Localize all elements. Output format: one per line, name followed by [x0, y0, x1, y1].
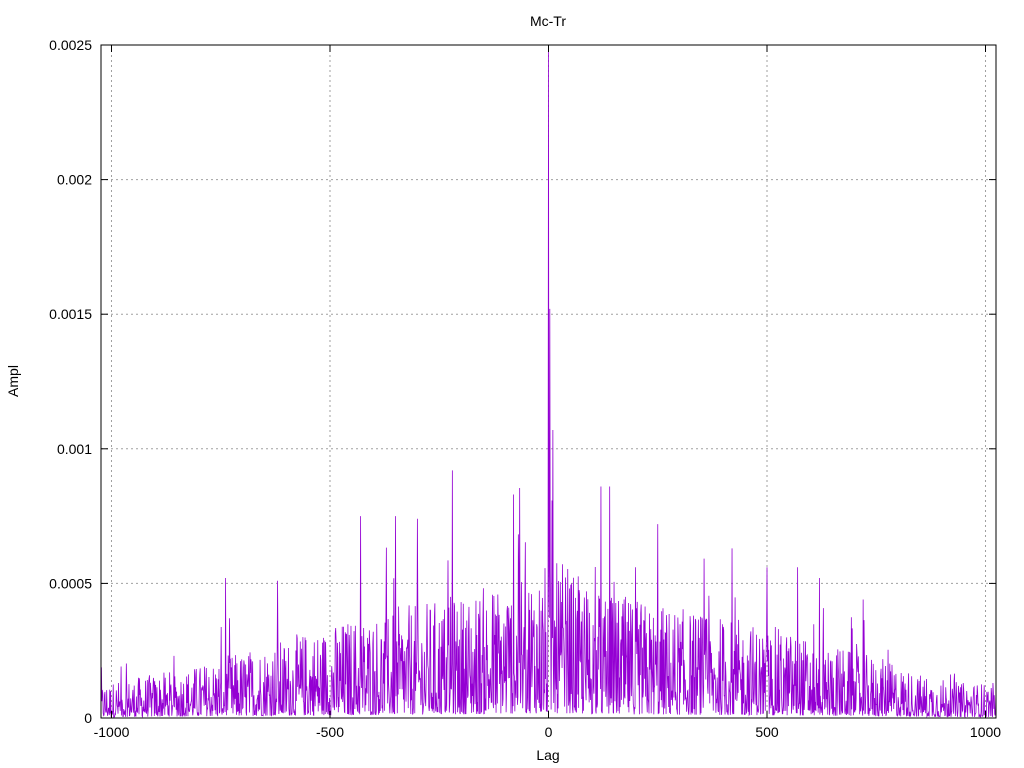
- x-tick-label: -1000: [94, 724, 130, 740]
- y-tick-labels: 0 0.0005 0.001 0.0015 0.002 0.0025: [49, 37, 92, 726]
- y-tick-label: 0.0005: [49, 575, 92, 591]
- chart-container: Mc-Tr -1000 -500 0 500 1000 0 0.0005 0.001 0.00…: [0, 0, 1024, 768]
- y-tick-label: 0.002: [57, 172, 92, 188]
- y-tick-label: 0: [84, 710, 92, 726]
- y-tick-label: 0.001: [57, 441, 92, 457]
- y-axis-label: Ampl: [5, 365, 21, 397]
- chart-svg: Mc-Tr -1000 -500 0 500 1000 0 0.0005 0.001 0.00…: [5, 13, 1002, 763]
- x-tick-label: -500: [316, 724, 344, 740]
- x-axis-label: Lag: [536, 747, 559, 763]
- x-tick-label: 500: [755, 724, 779, 740]
- x-tick-label: 1000: [970, 724, 1001, 740]
- x-tick-labels: -1000 -500 0 500 1000: [94, 724, 1002, 740]
- y-tick-label: 0.0015: [49, 306, 92, 322]
- y-tick-label: 0.0025: [49, 37, 92, 53]
- chart-title: Mc-Tr: [530, 13, 566, 29]
- x-tick-label: 0: [545, 724, 553, 740]
